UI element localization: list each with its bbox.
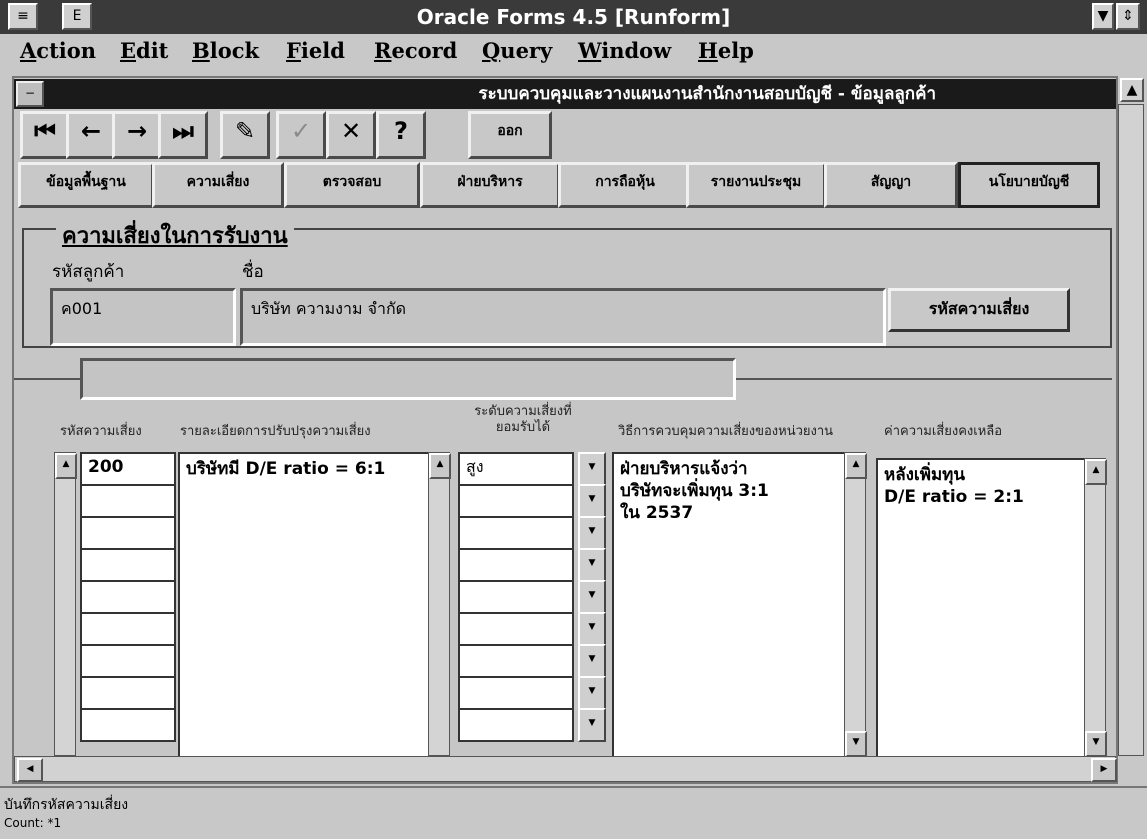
tab-contract[interactable]: สัญญา xyxy=(824,162,958,208)
menu-help[interactable]: Help xyxy=(698,38,754,63)
app-title-bar: Oracle Forms 4.5 [Runform] xyxy=(0,0,1147,34)
menu-action[interactable]: Action xyxy=(20,38,96,63)
next-icon[interactable]: → xyxy=(112,111,162,159)
scroll-up-icon[interactable]: ▲ xyxy=(55,453,77,479)
save-icon[interactable]: ✓ xyxy=(276,111,326,159)
record-count: Count: *1 xyxy=(4,816,62,830)
first-record-icon[interactable]: ⏮ xyxy=(20,111,70,159)
tab-audit[interactable]: ตรวจสอบ xyxy=(284,162,420,208)
menu-bar: Action Edit Block Field Record Query Win… xyxy=(0,34,1147,70)
detail-scrollbar[interactable]: ▲ xyxy=(428,452,451,756)
scroll-up-icon[interactable]: ▲ xyxy=(845,453,867,479)
exit-button[interactable]: ออก xyxy=(468,111,552,159)
dropdown-icon[interactable]: ▼ xyxy=(578,580,606,614)
scroll-down-icon[interactable]: ▼ xyxy=(845,731,867,757)
form-window-title-bar: ระบบควบคุมและวางแผนงานสำนักงานสอบบัญชี -… xyxy=(14,79,1116,109)
column-header-remaining: ค่าความเสี่ยงคงเหลือ xyxy=(884,424,1003,439)
risk-level-row[interactable] xyxy=(458,708,574,742)
customer-name-label: ชื่อ xyxy=(242,262,264,282)
scroll-up-icon[interactable]: ▲ xyxy=(429,453,451,479)
scroll-down-icon[interactable]: ▼ xyxy=(1085,731,1107,757)
dropdown-icon[interactable]: ▼ xyxy=(578,708,606,742)
risk-level-row[interactable] xyxy=(458,516,574,550)
minimize-icon[interactable]: ▼ xyxy=(1092,3,1114,30)
menu-query[interactable]: Query xyxy=(482,38,552,63)
column-header-level: ระดับความเสี่ยงที่ยอมรับได้ xyxy=(474,404,572,435)
risk-code-row[interactable] xyxy=(80,644,176,678)
window-vertical-scrollbar[interactable] xyxy=(1118,104,1144,756)
customer-name-field[interactable]: บริษัท ความงาม จำกัด xyxy=(240,288,886,346)
risk-code-row[interactable] xyxy=(80,676,176,710)
dropdown-icon[interactable]: ▼ xyxy=(578,484,606,518)
app-icon: E xyxy=(62,3,92,30)
restore-icon[interactable]: ⇕ xyxy=(1116,3,1140,30)
help-icon[interactable]: ? xyxy=(376,111,426,159)
records-scrollbar[interactable]: ▲ xyxy=(54,452,77,756)
dropdown-icon[interactable]: ▼ xyxy=(578,548,606,582)
risk-level-row[interactable] xyxy=(458,484,574,518)
menu-field[interactable]: Field xyxy=(286,38,345,63)
tab-basic-info[interactable]: ข้อมูลพื้นฐาน xyxy=(18,162,154,208)
dropdown-icon[interactable]: ▼ xyxy=(578,612,606,646)
risk-level-row[interactable] xyxy=(458,580,574,614)
form-control-menu-icon[interactable]: − xyxy=(16,81,44,107)
risk-code-row[interactable] xyxy=(80,708,176,742)
message-field xyxy=(80,358,736,400)
form-window-title: ระบบควบคุมและวางแผนงานสำนักงานสอบบัญชี -… xyxy=(478,84,936,104)
menu-block[interactable]: Block xyxy=(192,38,259,63)
form-maximize-icon[interactable]: ▲ xyxy=(1120,78,1144,102)
risk-code-row[interactable] xyxy=(80,580,176,614)
risk-level-row[interactable] xyxy=(458,676,574,710)
risk-code-row[interactable] xyxy=(80,612,176,646)
last-record-icon[interactable]: ⏭ xyxy=(158,111,208,159)
cancel-icon[interactable]: ✕ xyxy=(326,111,376,159)
detail-textarea[interactable]: บริษัทมี D/E ratio = 6:1 xyxy=(178,452,442,766)
horizontal-scrollbar[interactable]: ◀ ▶ xyxy=(14,756,1117,782)
risk-level-row[interactable] xyxy=(458,612,574,646)
menu-edit[interactable]: Edit xyxy=(120,38,168,63)
scroll-left-icon[interactable]: ◀ xyxy=(17,758,43,782)
status-bar: บันทึกรหัสความเสี่ยง Count: *1 xyxy=(0,786,1147,839)
column-header-method: วิธีการควบคุมความเสี่ยงของหน่วยงาน xyxy=(618,424,834,439)
column-header-risk-code: รหัสความเสี่ยง xyxy=(60,424,142,439)
tab-accounting-policy[interactable]: นโยบายบัญชี xyxy=(958,162,1100,208)
tab-shareholding[interactable]: การถือหุ้น xyxy=(558,162,692,208)
menu-record[interactable]: Record xyxy=(374,38,457,63)
dropdown-icon[interactable]: ▼ xyxy=(578,644,606,678)
risk-code-row[interactable] xyxy=(80,484,176,518)
customer-code-field[interactable]: ค001 xyxy=(50,288,236,346)
edit-icon[interactable]: ✎ xyxy=(220,111,270,159)
risk-code-row[interactable] xyxy=(80,548,176,582)
risk-level-row[interactable] xyxy=(458,548,574,582)
previous-icon[interactable]: ← xyxy=(66,111,116,159)
status-message: บันทึกรหัสความเสี่ยง xyxy=(4,797,129,813)
tab-risk[interactable]: ความเสี่ยง xyxy=(152,162,284,208)
control-menu-icon[interactable]: ≡ xyxy=(8,3,38,30)
dropdown-icon[interactable]: ▼ xyxy=(578,452,606,486)
app-title: Oracle Forms 4.5 [Runform] xyxy=(416,5,731,29)
customer-code-label: รหัสลูกค้า xyxy=(52,262,125,282)
tab-meeting-report[interactable]: รายงานประชุม xyxy=(686,162,826,208)
risk-code-row[interactable] xyxy=(80,516,176,550)
tab-management[interactable]: ฝ่ายบริหาร xyxy=(420,162,560,208)
dropdown-icon[interactable]: ▼ xyxy=(578,676,606,710)
risk-code-field[interactable]: 200 xyxy=(80,452,176,486)
risk-level-field[interactable]: สูง xyxy=(458,452,574,486)
risk-code-button[interactable]: รหัสความเสี่ยง xyxy=(888,288,1070,332)
menu-window[interactable]: Window xyxy=(578,38,671,63)
scroll-right-icon[interactable]: ▶ xyxy=(1091,758,1117,782)
frame-title: ความเสี่ยงในการรับงาน xyxy=(56,218,294,253)
risk-level-row[interactable] xyxy=(458,644,574,678)
column-header-detail: รายละเอียดการปรับปรุงความเสี่ยง xyxy=(180,424,371,439)
remaining-risk-textarea[interactable]: หลังเพิ่มทุน D/E ratio = 2:1 xyxy=(876,458,1098,766)
dropdown-icon[interactable]: ▼ xyxy=(578,516,606,550)
method-scrollbar[interactable]: ▲ ▼ xyxy=(844,452,867,757)
method-textarea[interactable]: ฝ่ายบริหารแจ้งว่า บริษัทจะเพิ่มทุน 3:1 ใ… xyxy=(612,452,858,766)
remaining-scrollbar[interactable]: ▲ ▼ xyxy=(1084,458,1107,757)
scroll-up-icon[interactable]: ▲ xyxy=(1085,459,1107,485)
